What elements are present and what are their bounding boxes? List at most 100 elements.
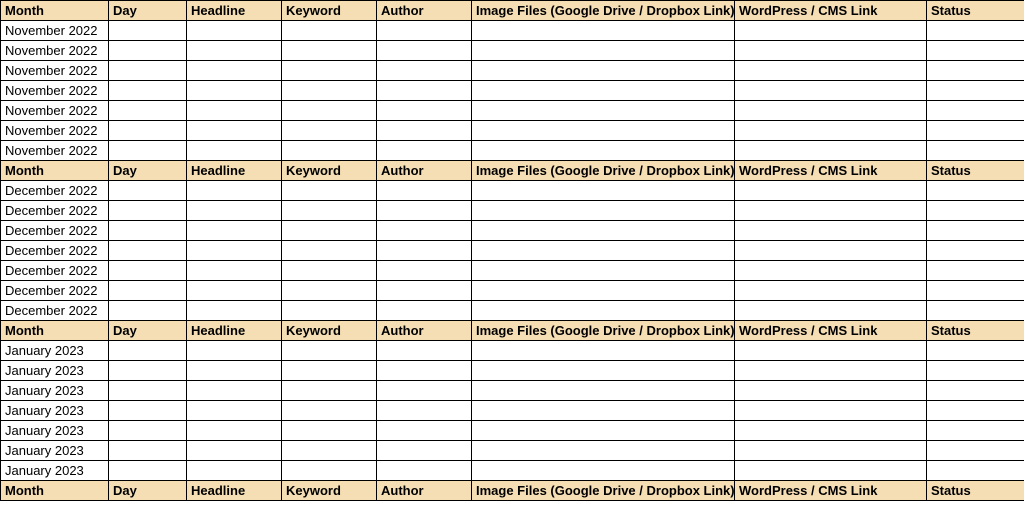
cell-headline[interactable] — [187, 461, 282, 481]
cell-wordpress[interactable] — [735, 121, 927, 141]
cell-imageFiles[interactable] — [472, 361, 735, 381]
cell-day[interactable] — [109, 261, 187, 281]
cell-status[interactable] — [927, 461, 1024, 481]
cell-keyword[interactable] — [282, 441, 377, 461]
cell-wordpress[interactable] — [735, 381, 927, 401]
cell-keyword[interactable] — [282, 261, 377, 281]
cell-month[interactable]: January 2023 — [1, 381, 109, 401]
cell-month[interactable]: January 2023 — [1, 341, 109, 361]
cell-status[interactable] — [927, 101, 1024, 121]
cell-month[interactable]: December 2022 — [1, 301, 109, 321]
cell-author[interactable] — [377, 241, 472, 261]
cell-day[interactable] — [109, 301, 187, 321]
cell-keyword[interactable] — [282, 281, 377, 301]
cell-headline[interactable] — [187, 261, 282, 281]
cell-month[interactable]: December 2022 — [1, 201, 109, 221]
cell-headline[interactable] — [187, 121, 282, 141]
cell-imageFiles[interactable] — [472, 61, 735, 81]
cell-author[interactable] — [377, 381, 472, 401]
header-cell-status[interactable]: Status — [927, 481, 1024, 501]
cell-keyword[interactable] — [282, 221, 377, 241]
cell-day[interactable] — [109, 21, 187, 41]
cell-day[interactable] — [109, 101, 187, 121]
cell-status[interactable] — [927, 301, 1024, 321]
cell-imageFiles[interactable] — [472, 281, 735, 301]
cell-month[interactable]: January 2023 — [1, 441, 109, 461]
cell-keyword[interactable] — [282, 61, 377, 81]
cell-wordpress[interactable] — [735, 301, 927, 321]
header-cell-author[interactable]: Author — [377, 161, 472, 181]
cell-day[interactable] — [109, 461, 187, 481]
header-cell-headline[interactable]: Headline — [187, 321, 282, 341]
header-cell-headline[interactable]: Headline — [187, 481, 282, 501]
cell-status[interactable] — [927, 141, 1024, 161]
cell-day[interactable] — [109, 421, 187, 441]
cell-day[interactable] — [109, 61, 187, 81]
cell-month[interactable]: January 2023 — [1, 361, 109, 381]
cell-status[interactable] — [927, 221, 1024, 241]
cell-author[interactable] — [377, 361, 472, 381]
cell-status[interactable] — [927, 121, 1024, 141]
cell-wordpress[interactable] — [735, 441, 927, 461]
cell-author[interactable] — [377, 461, 472, 481]
cell-status[interactable] — [927, 381, 1024, 401]
cell-month[interactable]: November 2022 — [1, 41, 109, 61]
cell-keyword[interactable] — [282, 201, 377, 221]
cell-wordpress[interactable] — [735, 261, 927, 281]
cell-status[interactable] — [927, 201, 1024, 221]
cell-day[interactable] — [109, 41, 187, 61]
cell-day[interactable] — [109, 201, 187, 221]
header-cell-status[interactable]: Status — [927, 161, 1024, 181]
header-cell-author[interactable]: Author — [377, 1, 472, 21]
cell-headline[interactable] — [187, 421, 282, 441]
header-cell-imageFiles[interactable]: Image Files (Google Drive / Dropbox Link… — [472, 481, 735, 501]
cell-imageFiles[interactable] — [472, 341, 735, 361]
cell-month[interactable]: November 2022 — [1, 61, 109, 81]
header-cell-headline[interactable]: Headline — [187, 161, 282, 181]
cell-imageFiles[interactable] — [472, 81, 735, 101]
cell-author[interactable] — [377, 101, 472, 121]
cell-month[interactable]: November 2022 — [1, 121, 109, 141]
header-cell-keyword[interactable]: Keyword — [282, 1, 377, 21]
header-cell-wordpress[interactable]: WordPress / CMS Link — [735, 1, 927, 21]
cell-day[interactable] — [109, 381, 187, 401]
cell-status[interactable] — [927, 241, 1024, 261]
header-cell-author[interactable]: Author — [377, 321, 472, 341]
cell-status[interactable] — [927, 261, 1024, 281]
cell-keyword[interactable] — [282, 341, 377, 361]
cell-imageFiles[interactable] — [472, 221, 735, 241]
cell-wordpress[interactable] — [735, 221, 927, 241]
cell-keyword[interactable] — [282, 101, 377, 121]
cell-keyword[interactable] — [282, 81, 377, 101]
cell-month[interactable]: December 2022 — [1, 181, 109, 201]
cell-keyword[interactable] — [282, 21, 377, 41]
cell-headline[interactable] — [187, 181, 282, 201]
cell-wordpress[interactable] — [735, 361, 927, 381]
cell-day[interactable] — [109, 341, 187, 361]
header-cell-keyword[interactable]: Keyword — [282, 321, 377, 341]
cell-author[interactable] — [377, 181, 472, 201]
cell-status[interactable] — [927, 21, 1024, 41]
cell-headline[interactable] — [187, 301, 282, 321]
cell-author[interactable] — [377, 21, 472, 41]
cell-headline[interactable] — [187, 221, 282, 241]
cell-month[interactable]: January 2023 — [1, 421, 109, 441]
cell-wordpress[interactable] — [735, 101, 927, 121]
cell-day[interactable] — [109, 181, 187, 201]
cell-day[interactable] — [109, 121, 187, 141]
cell-wordpress[interactable] — [735, 241, 927, 261]
header-cell-month[interactable]: Month — [1, 321, 109, 341]
header-cell-month[interactable]: Month — [1, 481, 109, 501]
header-cell-wordpress[interactable]: WordPress / CMS Link — [735, 481, 927, 501]
cell-author[interactable] — [377, 421, 472, 441]
header-cell-month[interactable]: Month — [1, 161, 109, 181]
cell-status[interactable] — [927, 281, 1024, 301]
cell-keyword[interactable] — [282, 121, 377, 141]
cell-wordpress[interactable] — [735, 181, 927, 201]
cell-imageFiles[interactable] — [472, 401, 735, 421]
header-cell-status[interactable]: Status — [927, 1, 1024, 21]
cell-headline[interactable] — [187, 441, 282, 461]
cell-keyword[interactable] — [282, 141, 377, 161]
cell-month[interactable]: December 2022 — [1, 281, 109, 301]
cell-author[interactable] — [377, 301, 472, 321]
